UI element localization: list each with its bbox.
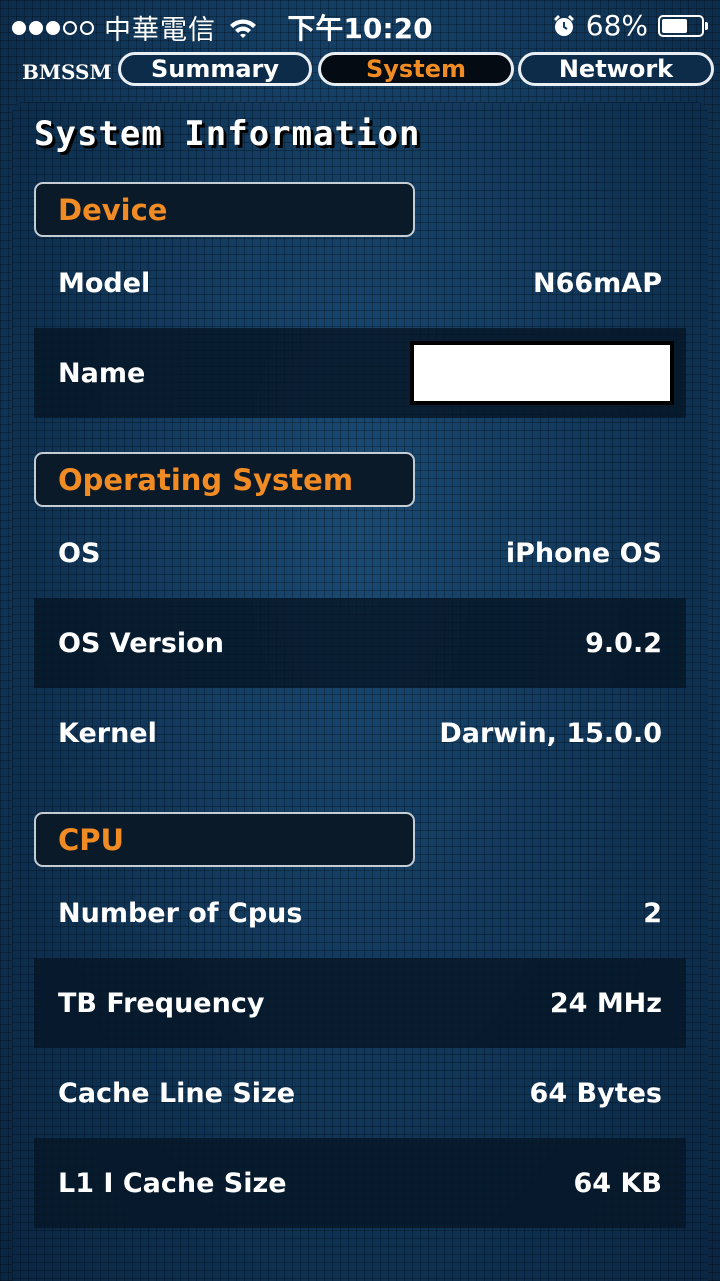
row-label: OS Version [58, 627, 224, 659]
row-label: OS [58, 537, 101, 569]
row-label: Kernel [58, 717, 157, 749]
row-label: Cache Line Size [58, 1077, 296, 1109]
status-bar: 中華電信 下午10:20 68% [0, 0, 720, 52]
page-title: System Information [34, 114, 421, 154]
app-name: BMSSM [22, 60, 112, 84]
tab-system[interactable]: System [318, 52, 514, 86]
row-value: Darwin, 15.0.0 [439, 717, 662, 749]
section-header-device: Device [34, 182, 415, 237]
row-label: Number of Cpus [58, 897, 303, 929]
info-row-os-version: OS Version 9.0.2 [34, 598, 686, 688]
tab-summary[interactable]: Summary [118, 52, 312, 86]
section-header-cpu: CPU [34, 812, 415, 867]
info-row-cache-line-size: Cache Line Size 64 Bytes [34, 1048, 686, 1138]
info-row-model: Model N66mAP [34, 238, 686, 328]
info-row-number-of-cpus: Number of Cpus 2 [34, 868, 686, 958]
info-row-os: OS iPhone OS [34, 508, 686, 598]
info-row-l1-i-cache-size: L1 I Cache Size 64 KB [34, 1138, 686, 1228]
row-label: TB Frequency [58, 987, 265, 1019]
row-value: 2 [643, 897, 662, 929]
info-row-kernel: Kernel Darwin, 15.0.0 [34, 688, 686, 778]
row-label: L1 I Cache Size [58, 1167, 287, 1199]
row-value: 64 KB [573, 1167, 662, 1199]
row-value: iPhone OS [505, 537, 662, 569]
battery-icon [658, 14, 708, 37]
row-value: 24 MHz [549, 987, 662, 1019]
info-row-name: Name [34, 328, 686, 418]
row-value: N66mAP [533, 267, 662, 299]
battery-level-fill [662, 18, 687, 33]
tab-network[interactable]: Network [518, 52, 714, 86]
system-info-panel[interactable]: System Information Device Model N66mAP N… [12, 102, 708, 1281]
section-header-operating-system: Operating System [34, 452, 415, 507]
tab-bar: BMSSM Summary System Network [0, 52, 720, 90]
screen: 中華電信 下午10:20 68% BMSSM Summary System Ne… [0, 0, 720, 1281]
alarm-clock-icon [553, 14, 574, 36]
row-label: Model [58, 267, 151, 299]
battery-percent: 68% [585, 9, 648, 42]
row-value: 9.0.2 [585, 627, 662, 659]
row-value: 64 Bytes [529, 1077, 662, 1109]
row-label: Name [58, 357, 146, 389]
redacted-device-name [410, 341, 674, 405]
status-right: 68% [552, 9, 708, 42]
info-row-tb-frequency: TB Frequency 24 MHz [34, 958, 686, 1048]
